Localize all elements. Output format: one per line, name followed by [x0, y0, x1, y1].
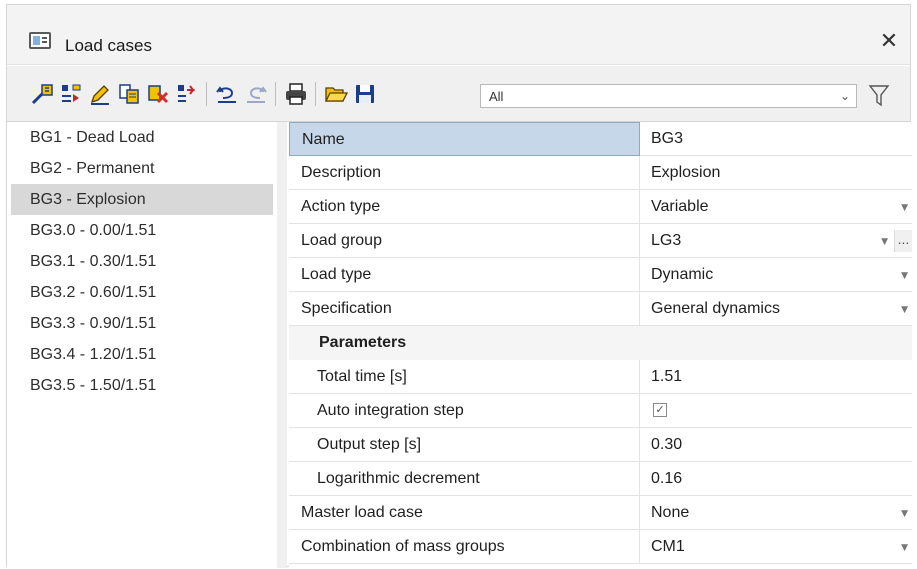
property-label: Master load case — [289, 496, 640, 530]
delete-icon[interactable] — [145, 81, 171, 107]
window-title: Load cases — [65, 36, 152, 55]
log-decrement-field[interactable]: 0.16 — [641, 462, 912, 496]
dropdown-arrow-icon[interactable]: ▼ — [901, 203, 908, 213]
toolbar-separator — [315, 82, 316, 106]
list-item[interactable]: BG3.2 - 0.60/1.51 — [11, 277, 273, 308]
list-item[interactable]: BG3.4 - 1.20/1.51 — [11, 339, 273, 370]
parameters-group-header[interactable]: ◢ Parameters — [289, 326, 912, 360]
property-label: Description — [289, 156, 640, 190]
list-item-selected[interactable]: BG3 - Explosion — [11, 184, 273, 215]
list-item[interactable]: BG3.0 - 0.00/1.51 — [11, 215, 273, 246]
property-row-log-decrement[interactable]: Logarithmic decrement 0.16 — [289, 462, 912, 496]
mass-groups-select[interactable]: CM1 — [641, 530, 912, 564]
property-row-description[interactable]: Description Explosion — [289, 156, 912, 190]
property-label: Name — [289, 122, 640, 156]
property-row-total-time[interactable]: Total time [s] 1.51 — [289, 360, 912, 394]
property-row-name[interactable]: Name BG3 — [289, 122, 912, 156]
filter-icon[interactable] — [868, 82, 890, 108]
toolbar: All ⌄ — [7, 66, 910, 122]
toolbar-separator — [275, 82, 276, 106]
list-item[interactable]: BG3.5 - 1.50/1.51 — [11, 370, 273, 401]
property-label: Total time [s] — [289, 360, 640, 394]
property-label: Auto integration step — [289, 394, 640, 428]
auto-integration-cell: ✓ — [641, 394, 912, 428]
master-load-case-select[interactable]: None — [641, 496, 912, 530]
auto-integration-checkbox[interactable]: ✓ — [653, 403, 667, 417]
property-label: Logarithmic decrement — [289, 462, 640, 496]
dropdown-arrow-icon[interactable]: ▼ — [901, 271, 908, 281]
move-item-icon[interactable] — [174, 81, 200, 107]
property-row-mass-groups[interactable]: Combination of mass groups CM1 ▼ — [289, 530, 912, 564]
dropdown-arrow-icon[interactable]: ▼ — [901, 543, 908, 553]
property-label: Action type — [289, 190, 640, 224]
insert-item-icon[interactable] — [58, 81, 84, 107]
total-time-field[interactable]: 1.51 — [641, 360, 912, 394]
property-row-load-group[interactable]: Load group LG3 ▼ ... — [289, 224, 912, 258]
output-step-field[interactable]: 0.30 — [641, 428, 912, 462]
property-label: Combination of mass groups — [289, 530, 640, 564]
property-row-master-load-case[interactable]: Master load case None ▼ — [289, 496, 912, 530]
property-label: Output step [s] — [289, 428, 640, 462]
property-row-action-type[interactable]: Action type Variable ▼ — [289, 190, 912, 224]
new-item-icon[interactable] — [29, 81, 55, 107]
group-label: Parameters — [289, 326, 912, 360]
copy-icon[interactable] — [116, 81, 142, 107]
dropdown-arrow-icon[interactable]: ▼ — [881, 237, 888, 247]
property-row-output-step[interactable]: Output step [s] 0.30 — [289, 428, 912, 462]
browse-button[interactable]: ... — [894, 230, 912, 252]
undo-icon[interactable] — [214, 81, 240, 107]
filter-dropdown[interactable]: All ⌄ — [480, 84, 857, 108]
redo-icon[interactable] — [243, 81, 269, 107]
name-field[interactable]: BG3 — [641, 122, 912, 156]
close-button[interactable]: ✕ — [872, 27, 906, 57]
print-icon[interactable] — [283, 81, 309, 107]
property-label: Load type — [289, 258, 640, 292]
specification-select[interactable]: General dynamics — [641, 292, 912, 326]
dropdown-arrow-icon[interactable]: ▼ — [901, 305, 908, 315]
filter-value: All — [489, 89, 504, 104]
property-label: Specification — [289, 292, 640, 326]
property-row-auto-integration[interactable]: Auto integration step ✓ — [289, 394, 912, 428]
load-type-select[interactable]: Dynamic — [641, 258, 912, 292]
load-case-list: BG1 - Dead Load BG2 - Permanent BG3 - Ex… — [7, 122, 277, 568]
edit-icon[interactable] — [87, 81, 113, 107]
chevron-down-icon: ⌄ — [839, 89, 850, 103]
action-type-select[interactable]: Variable — [641, 190, 912, 224]
properties-grid: Name BG3 Description Explosion Action ty… — [289, 122, 912, 568]
dropdown-arrow-icon[interactable]: ▼ — [901, 509, 908, 519]
property-row-load-type[interactable]: Load type Dynamic ▼ — [289, 258, 912, 292]
open-folder-icon[interactable] — [323, 81, 349, 107]
toolbar-separator — [206, 82, 207, 106]
property-row-specification[interactable]: Specification General dynamics ▼ — [289, 292, 912, 326]
list-item[interactable]: BG3.3 - 0.90/1.51 — [11, 308, 273, 339]
list-item[interactable]: BG1 - Dead Load — [11, 122, 273, 153]
pane-splitter[interactable] — [277, 122, 287, 568]
title-bar: Load cases ✕ — [7, 5, 910, 65]
save-icon[interactable] — [352, 81, 378, 107]
load-cases-dialog: Load cases ✕ All ⌄ BG1 - Dead Load BG2 -… — [6, 4, 912, 568]
list-item[interactable]: BG2 - Permanent — [11, 153, 273, 184]
property-label: Load group — [289, 224, 640, 258]
list-item[interactable]: BG3.1 - 0.30/1.51 — [11, 246, 273, 277]
load-group-select[interactable]: LG3 — [641, 224, 912, 258]
description-field[interactable]: Explosion — [641, 156, 912, 190]
window-icon — [29, 32, 51, 49]
